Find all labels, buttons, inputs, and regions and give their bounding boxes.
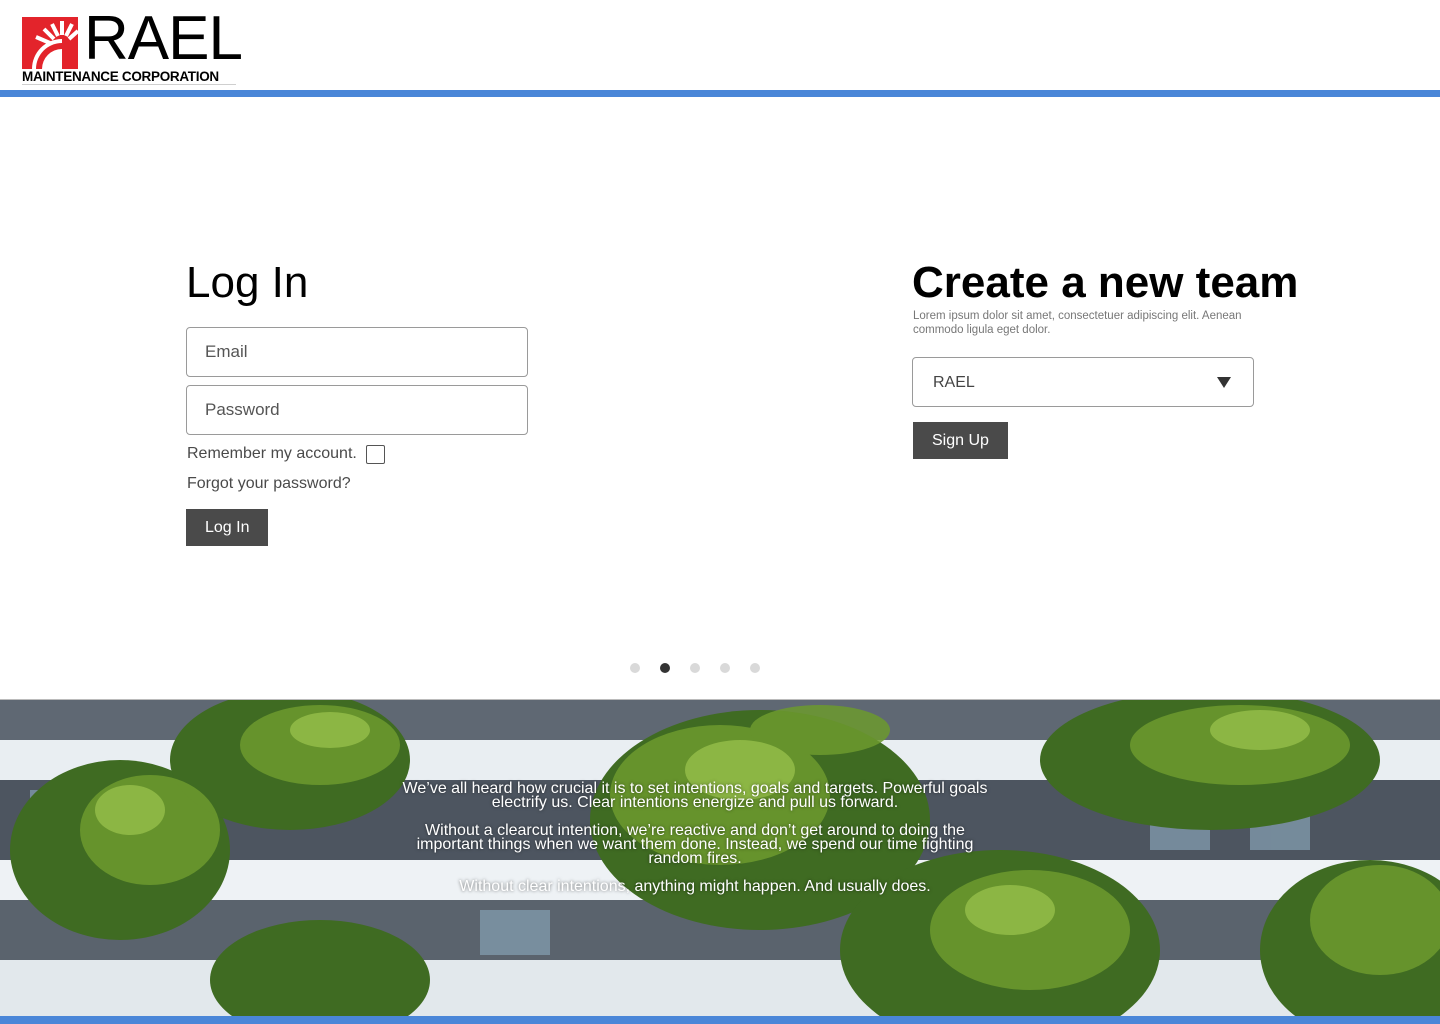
brand-subtitle: MAINTENANCE CORPORATION [22,69,219,84]
email-field[interactable] [187,328,527,376]
email-field-wrapper [186,327,528,377]
carousel-dot[interactable] [630,663,640,673]
carousel-dot[interactable] [690,663,700,673]
site-header: RAEL MAINTENANCE CORPORATION [0,0,1440,90]
hero-paragraph: Without clear intentions, anything might… [459,878,931,895]
brand-name: RAEL [84,4,243,73]
footer-accent-bar [0,1016,1440,1024]
forgot-password-link[interactable]: Forgot your password? [187,474,351,494]
carousel-dot[interactable] [720,663,730,673]
hero-paragraph: Without a clearcut intention, we’re reac… [416,822,974,867]
login-button[interactable]: Log In [186,509,269,546]
remember-checkbox[interactable] [365,444,385,464]
hero-paragraph: We’ve all heard how crucial it is to set… [402,780,988,811]
login-title: Log In [186,258,309,307]
remember-row: Remember my account. [187,444,385,464]
sunburst-logo-icon [22,17,78,69]
brand-logo[interactable]: RAEL MAINTENANCE CORPORATION [22,8,243,86]
header-accent-bar [0,90,1440,97]
team-select[interactable]: RAEL [912,357,1254,407]
carousel-dot[interactable] [750,663,760,673]
logo-divider [22,84,236,85]
carousel-dot-active[interactable] [660,663,670,673]
remember-label: Remember my account. [187,445,357,462]
sign-up-button[interactable]: Sign Up [913,422,1008,459]
password-field-wrapper [186,385,528,435]
carousel-indicators [630,663,760,673]
hero-text-block: We’ve all heard how crucial it is to set… [395,780,995,908]
hero-banner: We’ve all heard how crucial it is to set… [0,699,1440,1016]
triangle-down-icon [1217,377,1231,388]
password-field[interactable] [187,386,527,434]
create-team-description: Lorem ipsum dolor sit amet, consectetuer… [913,310,1242,336]
create-team-title: Create a new team [912,258,1299,307]
team-select-value: RAEL [933,374,975,391]
